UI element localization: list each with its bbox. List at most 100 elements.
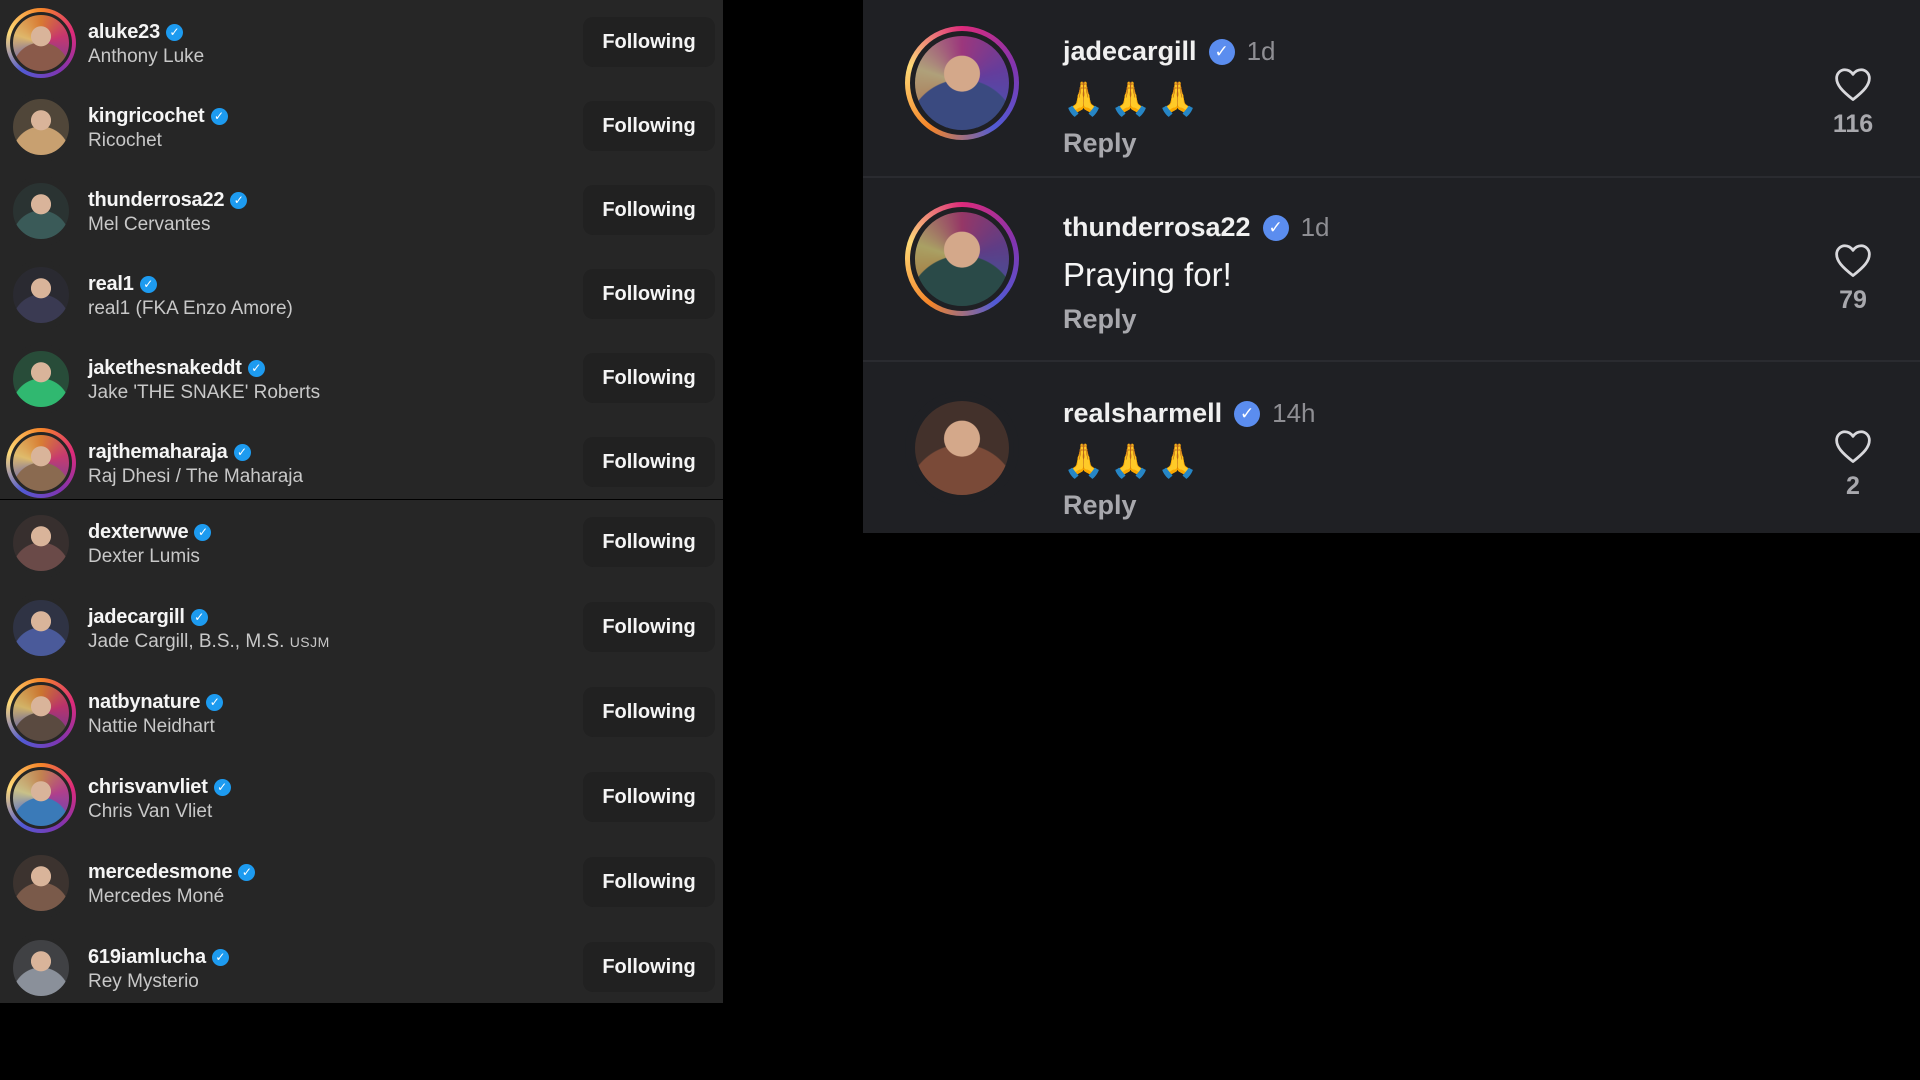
avatar[interactable] [905,391,1019,505]
following-row[interactable]: dexterwwe ✓ Dexter Lumis Following [0,501,723,585]
following-button[interactable]: Following [583,185,715,235]
verified-badge-icon: ✓ [206,693,224,711]
following-button[interactable]: Following [583,269,715,319]
comment-divider [863,360,1920,362]
following-row[interactable]: real1 ✓ real1 (FKA Enzo Amore) Following [0,253,723,337]
verified-badge-icon: ✓ [1208,38,1235,65]
avatar-image [10,348,72,410]
full-name: Ricochet [88,130,162,151]
following-row[interactable]: kingricochet ✓ Ricochet Following [0,85,723,169]
following-button[interactable]: Following [583,353,715,403]
following-row[interactable]: 619iamlucha ✓ Rey Mysterio Following [0,926,723,1010]
verified-badge-icon: ✓ [247,359,265,377]
comment-text: 🙏🙏🙏 [1063,80,1205,117]
avatar[interactable] [905,202,1019,316]
username[interactable]: aluke23 [88,21,160,44]
comments-panel: jadecargill ✓ 1d 🙏🙏🙏 Reply 116 thunderro… [863,0,1920,533]
following-row[interactable]: jadecargill ✓ Jade Cargill, B.S., M.S. U… [0,586,723,670]
comment-username[interactable]: jadecargill [1063,36,1197,67]
username[interactable]: dexterwwe [88,521,189,544]
user-names: thunderrosa22 ✓ Mel Cervantes [88,187,248,236]
following-button[interactable]: Following [583,437,715,487]
username[interactable]: mercedesmone [88,861,233,884]
avatar[interactable] [6,763,76,833]
avatar-image [10,264,72,326]
full-name: Rey Mysterio [88,971,199,992]
avatar-image [910,31,1014,135]
avatar[interactable] [6,933,76,1003]
avatar[interactable] [6,260,76,330]
following-button[interactable]: Following [583,17,715,67]
user-names: rajthemaharaja ✓ Raj Dhesi / The Maharaj… [88,439,303,488]
full-name: Jade Cargill, B.S., M.S. USJM [88,631,330,652]
heart-icon[interactable] [1833,428,1873,464]
avatar[interactable] [6,848,76,918]
avatar[interactable] [6,176,76,246]
user-names: dexterwwe ✓ Dexter Lumis [88,519,212,568]
reply-button[interactable]: Reply [1063,490,1137,521]
user-names: jakethesnakeddt ✓ Jake 'THE SNAKE' Rober… [88,355,320,404]
username[interactable]: rajthemaharaja [88,441,228,464]
full-name: Dexter Lumis [88,546,200,567]
avatar-image [910,207,1014,311]
following-button[interactable]: Following [583,517,715,567]
like-control: 2 [1823,428,1883,501]
verified-badge-icon: ✓ [238,863,256,881]
avatar-image [10,512,72,574]
username[interactable]: thunderrosa22 [88,189,225,212]
user-names: kingricochet ✓ Ricochet [88,103,228,152]
heart-icon[interactable] [1833,66,1873,102]
following-row[interactable]: chrisvanvliet ✓ Chris Van Vliet Followin… [0,756,723,840]
avatar-image [10,597,72,659]
avatar[interactable] [905,26,1019,140]
following-row[interactable]: rajthemaharaja ✓ Raj Dhesi / The Maharaj… [0,421,723,505]
following-row[interactable]: aluke23 ✓ Anthony Luke Following [0,1,723,85]
avatar[interactable] [6,508,76,578]
avatar[interactable] [6,428,76,498]
username[interactable]: jadecargill [88,606,185,629]
username[interactable]: natbynature [88,691,200,714]
username[interactable]: 619iamlucha [88,946,206,969]
avatar[interactable] [6,678,76,748]
following-row[interactable]: thunderrosa22 ✓ Mel Cervantes Following [0,169,723,253]
user-names: mercedesmone ✓ Mercedes Moné [88,859,256,908]
following-row[interactable]: mercedesmone ✓ Mercedes Moné Following [0,841,723,925]
comment-text: 🙏🙏🙏 [1063,442,1205,479]
verified-badge-icon: ✓ [166,23,183,41]
following-button[interactable]: Following [583,687,715,737]
reply-button[interactable]: Reply [1063,128,1137,159]
following-button[interactable]: Following [583,602,715,652]
following-button[interactable]: Following [583,857,715,907]
like-control: 79 [1823,242,1883,315]
like-count: 2 [1846,472,1860,500]
following-row[interactable]: natbynature ✓ Nattie Neidhart Following [0,671,723,755]
like-control: 116 [1823,66,1883,139]
full-name: real1 (FKA Enzo Amore) [88,298,293,319]
avatar[interactable] [6,8,76,78]
user-names: jadecargill ✓ Jade Cargill, B.S., M.S. U… [88,604,330,653]
following-button[interactable]: Following [583,101,715,151]
comment-timestamp: 14h [1272,398,1316,428]
avatar[interactable] [6,593,76,663]
username[interactable]: kingricochet [88,105,205,128]
user-names: 619iamlucha ✓ Rey Mysterio [88,944,229,993]
username[interactable]: jakethesnakeddt [88,357,242,380]
following-button[interactable]: Following [583,942,715,992]
comment-username[interactable]: thunderrosa22 [1063,212,1251,243]
following-row[interactable]: jakethesnakeddt ✓ Jake 'THE SNAKE' Rober… [0,337,723,421]
user-names: natbynature ✓ Nattie Neidhart [88,689,224,738]
avatar-image [10,96,72,158]
username[interactable]: real1 [88,273,134,296]
full-name: Anthony Luke [88,46,205,67]
comment-text: Praying for! [1063,256,1232,293]
comment-username[interactable]: realsharmell [1063,398,1222,429]
verified-badge-icon: ✓ [1262,214,1289,241]
following-button[interactable]: Following [583,772,715,822]
reply-button[interactable]: Reply [1063,304,1137,335]
avatar-image [10,852,72,914]
heart-icon[interactable] [1833,242,1873,278]
username[interactable]: chrisvanvliet [88,776,208,799]
avatar[interactable] [6,344,76,414]
comment-timestamp: 1d [1246,36,1276,66]
avatar[interactable] [6,92,76,162]
